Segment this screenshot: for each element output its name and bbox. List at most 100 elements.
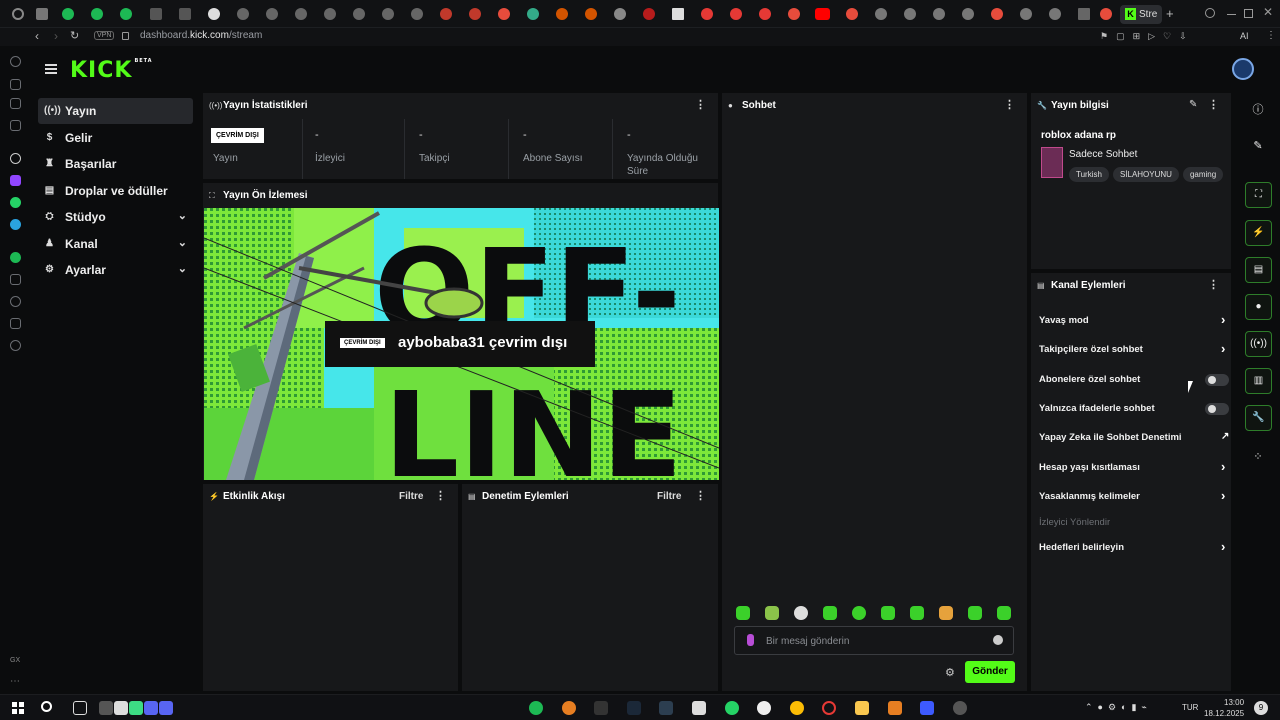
yandex-tab-icon[interactable] (498, 8, 510, 20)
tab-icon[interactable] (556, 8, 568, 20)
more-options-icon[interactable]: ⋮ (1208, 98, 1219, 111)
more-options-icon[interactable]: ⋮ (695, 489, 706, 502)
nav-item-studyo[interactable]: ⛭ Stüdyo ⌄ (38, 204, 193, 230)
nav-item-yayin[interactable]: ((•)) Yayın (38, 98, 193, 124)
emote-icon[interactable] (823, 606, 837, 620)
sidebar-app-icon[interactable] (10, 274, 21, 285)
reload-icon[interactable]: ↻ (70, 29, 79, 42)
tab-icon[interactable] (266, 8, 278, 20)
spotify-icon[interactable] (10, 252, 21, 263)
vim-icon[interactable] (692, 701, 706, 715)
tab-icon[interactable] (904, 8, 916, 20)
microphone-icon[interactable] (747, 634, 754, 646)
tab-icon[interactable] (527, 8, 539, 20)
tab-icon[interactable] (614, 8, 626, 20)
emoji-picker-icon[interactable] (993, 635, 1003, 645)
obs-icon[interactable] (953, 701, 967, 715)
tab-icon[interactable] (440, 8, 452, 20)
tab-icon[interactable] (1020, 8, 1032, 20)
back-icon[interactable]: ‹ (35, 29, 39, 43)
category-thumbnail[interactable] (1041, 147, 1063, 178)
yandex-tab-icon[interactable] (1100, 8, 1112, 20)
rail-actions-button[interactable]: ▥ (1245, 368, 1272, 394)
avatar[interactable] (1232, 58, 1254, 80)
opera-tab-icon[interactable] (730, 8, 742, 20)
vpn-badge[interactable]: VPN (94, 31, 115, 40)
url-field[interactable]: dashboard.kick.com/stream (140, 30, 262, 41)
whatsapp-icon[interactable] (725, 701, 739, 715)
gx-icon[interactable]: GX (10, 657, 20, 664)
emote-icon[interactable] (881, 606, 895, 620)
search-tabs-icon[interactable] (1205, 8, 1215, 18)
widgets-icon[interactable]: ⁘ (1250, 450, 1266, 466)
notification-badge[interactable]: 9 (1254, 701, 1268, 715)
opera-gx-icon[interactable] (822, 701, 836, 715)
chatgpt-icon[interactable] (10, 153, 21, 164)
rail-stream-info-button[interactable]: 🔧 (1245, 405, 1272, 431)
tag[interactable]: gaming (1182, 167, 1224, 182)
discord-icon[interactable] (144, 701, 158, 715)
clock-icon[interactable] (10, 296, 21, 307)
spotify-icon[interactable] (529, 701, 543, 715)
taskbar-app-icon[interactable] (99, 701, 113, 715)
browser-toolbar-icons[interactable]: ⚑▢⊞▷♡⇩ (1100, 31, 1195, 42)
pencil-icon[interactable]: ✎ (1250, 139, 1266, 155)
taskbar-app-icon[interactable] (888, 701, 902, 715)
emote-icon[interactable] (997, 606, 1011, 620)
more-options-icon[interactable]: ⋮ (1004, 98, 1015, 111)
rail-moderation-button[interactable]: ▤ (1245, 257, 1272, 283)
windows-start-icon[interactable] (12, 702, 24, 714)
action-yavas-mod[interactable]: Yavaş mod › (1039, 312, 1229, 330)
twitch-icon[interactable] (10, 175, 21, 186)
hamburger-menu-icon[interactable] (45, 64, 57, 66)
history-icon[interactable] (10, 56, 21, 67)
tab-icon[interactable] (179, 8, 191, 20)
send-button[interactable]: Gönder (965, 661, 1015, 683)
opera-tab-icon[interactable] (643, 8, 655, 20)
nav-item-droplar[interactable]: ▤ Droplar ve ödüller (38, 178, 193, 204)
document-tab-icon[interactable] (672, 8, 684, 20)
more-icon[interactable]: ⋯ (10, 676, 20, 687)
kick-logo[interactable]: KICK BETA (70, 58, 153, 83)
action-hedefler[interactable]: Hedefleri belirleyin › (1039, 539, 1229, 557)
sidebar-app-icon[interactable] (10, 98, 21, 109)
steam-icon[interactable] (627, 701, 641, 715)
vim-icon[interactable] (114, 701, 128, 715)
filter-button[interactable]: Filtre (657, 491, 681, 502)
sidebar-app-icon[interactable] (10, 120, 21, 131)
opera-tab-icon[interactable] (759, 8, 771, 20)
toggle-switch[interactable] (1205, 374, 1229, 386)
lock-icon[interactable] (122, 32, 129, 40)
edit-icon[interactable]: ✎ (1189, 99, 1197, 110)
task-view-icon[interactable] (73, 701, 87, 715)
tab-icon[interactable] (208, 8, 220, 20)
spotify-tab-icon[interactable] (62, 8, 74, 20)
tag[interactable]: SİLAHOYUNU (1112, 167, 1179, 182)
more-options-icon[interactable]: ⋮ (435, 489, 446, 502)
action-hesap-yasi[interactable]: Hesap yaşı kısıtlaması › (1039, 459, 1229, 477)
rail-preview-button[interactable]: ⛶ (1245, 182, 1272, 208)
tab-icon[interactable] (1049, 8, 1061, 20)
new-tab-button[interactable]: + (1166, 6, 1174, 21)
settings-icon[interactable] (10, 340, 21, 351)
tab-icon[interactable] (875, 8, 887, 20)
tab-icon[interactable] (411, 8, 423, 20)
youtube-tab-icon[interactable] (815, 8, 830, 20)
emote-icon[interactable] (852, 606, 866, 620)
search-icon[interactable] (41, 701, 52, 712)
ai-button[interactable]: AI (1240, 31, 1249, 41)
emote-icon[interactable] (939, 606, 953, 620)
language-indicator[interactable]: TUR (1182, 703, 1198, 712)
category-name[interactable]: Sadece Sohbet (1069, 149, 1137, 160)
discord-icon[interactable] (159, 701, 173, 715)
emote-icon[interactable] (736, 606, 750, 620)
taskbar-app-icon[interactable] (757, 701, 771, 715)
action-yapay-zeka[interactable]: Yapay Zeka ile Sohbet Denetimi ↗ (1039, 429, 1229, 447)
toggle-switch[interactable] (1205, 403, 1229, 415)
yandex-tab-icon[interactable] (846, 8, 858, 20)
nav-item-basarilar[interactable]: ♜ Başarılar (38, 151, 193, 177)
tab-icon[interactable] (150, 8, 162, 20)
tab-icon[interactable] (962, 8, 974, 20)
taskbar-app-icon[interactable] (129, 701, 143, 715)
more-options-icon[interactable]: ⋮ (695, 98, 706, 111)
